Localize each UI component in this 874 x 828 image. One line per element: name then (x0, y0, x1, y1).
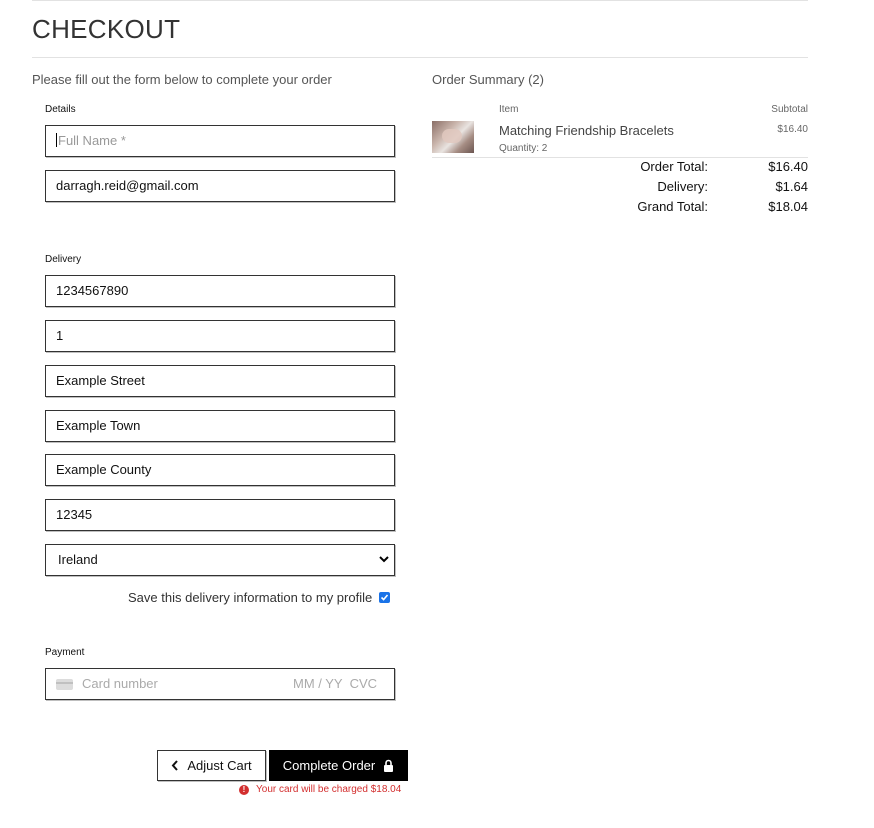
save-info-row: Save this delivery information to my pro… (128, 590, 391, 605)
grand-total-value: $18.04 (768, 199, 808, 214)
complete-order-button[interactable]: Complete Order (269, 750, 408, 781)
delivery-legend: Delivery (45, 254, 82, 265)
save-info-label: Save this delivery information to my pro… (128, 590, 373, 605)
order-total-row: Order Total: $16.40 (432, 158, 808, 178)
product-subtotal: $16.40 (777, 124, 808, 135)
adjust-cart-button[interactable]: Adjust Cart (157, 750, 266, 781)
chevron-left-icon (172, 760, 179, 771)
top-divider (32, 0, 808, 1)
checkmark-icon (381, 594, 389, 601)
page-title: CHECKOUT (32, 14, 181, 44)
title-divider (32, 57, 808, 58)
subtotal-column-header: Subtotal (771, 104, 808, 115)
order-total-label: Order Total: (640, 159, 708, 174)
complete-order-label: Complete Order (282, 758, 376, 773)
county-input[interactable]: Example County (45, 454, 395, 486)
lock-icon (384, 759, 394, 772)
item-column-header: Item (499, 104, 519, 115)
grand-total-label: Grand Total: (637, 199, 708, 214)
address-line1-input[interactable]: 1 (45, 320, 395, 352)
save-info-checkbox[interactable] (379, 592, 391, 603)
order-summary-title: Order Summary (2) (432, 72, 544, 87)
card-element[interactable]: Card number MM / YY CVC (45, 668, 395, 700)
product-quantity: Quantity: 2 (499, 143, 548, 154)
product-name: Matching Friendship Bracelets (499, 123, 674, 138)
delivery-label: Delivery: (657, 179, 708, 194)
full-name-input[interactable]: Full Name * (45, 125, 395, 157)
payment-legend: Payment (45, 647, 85, 658)
town-input[interactable]: Example Town (45, 410, 395, 442)
card-number-input[interactable]: Card number (82, 669, 293, 699)
delivery-row: Delivery: $1.64 (432, 178, 808, 198)
address-line2-input[interactable]: Example Street (45, 365, 395, 397)
full-name-placeholder: Full Name * (58, 133, 126, 148)
delivery-value: $1.64 (775, 179, 808, 194)
email-input[interactable]: darragh.reid@gmail.com (45, 170, 395, 202)
text-caret (56, 133, 57, 147)
chevron-down-icon (379, 556, 389, 563)
charge-notice-text: Your card will be charged $18.04 (256, 784, 402, 795)
credit-card-icon (56, 678, 73, 690)
country-select[interactable]: Ireland (45, 544, 395, 576)
card-expiry-input[interactable]: MM / YY (293, 669, 343, 699)
details-legend: Details (45, 104, 76, 115)
charge-notice: ! Your card will be charged $18.04 (239, 784, 401, 795)
order-total-value: $16.40 (768, 159, 808, 174)
card-cvc-input[interactable]: CVC (350, 669, 377, 699)
product-thumbnail (432, 121, 474, 153)
grand-total-row: Grand Total: $18.04 (432, 198, 808, 218)
adjust-cart-label: Adjust Cart (187, 758, 252, 773)
postcode-input[interactable]: 12345 (45, 499, 395, 531)
alert-circle-icon: ! (239, 784, 249, 795)
country-selected-value: Ireland (58, 552, 98, 567)
phone-input[interactable]: 1234567890 (45, 275, 395, 307)
form-intro: Please fill out the form below to comple… (32, 72, 332, 87)
order-totals: Order Total: $16.40 Delivery: $1.64 Gran… (432, 158, 808, 218)
